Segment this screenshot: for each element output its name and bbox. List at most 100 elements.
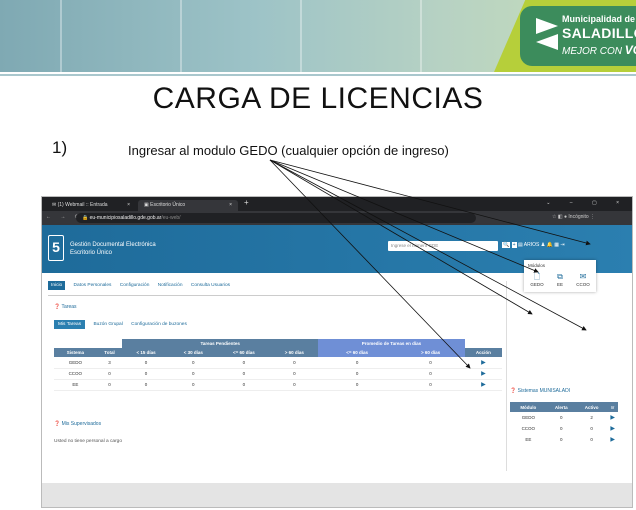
col-header: Sistema [54,348,97,357]
tareas-heading: ❓ Tareas [54,304,77,310]
menu-dots-icon: ⋮ [590,214,596,220]
user-name[interactable]: ARIOS [524,242,540,248]
gde-search-input[interactable]: Ingrese el número GDE [388,241,498,251]
star-icon: ☆ [552,214,557,220]
mail-icon: ✉ [52,202,57,208]
new-tab-button[interactable]: + [244,198,249,207]
close-icon[interactable]: × [127,202,130,208]
play-icon[interactable]: ▶ [610,415,615,421]
divider [506,281,507,471]
col-header: Total [96,348,123,357]
col-header: > 60 días [270,348,319,357]
col-header: Alerta [546,402,576,412]
sistemas-table: Módulo Alerta Activo Ir GEDO 0 2 ▶ CCOO 0 0 ▶ … [510,402,618,445]
tab-inicio[interactable]: Inicio [48,281,66,290]
close-icon[interactable]: × [229,202,232,208]
play-icon[interactable]: ▶ [481,371,486,377]
app-icon: ▣ [144,202,149,208]
tab-configuracion[interactable]: Configuración [120,283,150,288]
embedded-screenshot: ✉ (1) Webmail :: Entrada × ▣ Escritorio … [41,196,633,508]
group-header-pending: Tareas Pendientes [122,339,319,348]
play-icon[interactable]: ▶ [481,382,486,388]
browser-tab-webmail[interactable]: ✉ (1) Webmail :: Entrada × [46,200,136,211]
logo-line2: SALADILLO [562,25,636,41]
question-icon: ❓ [510,388,517,394]
add-icon[interactable]: + [511,242,517,248]
play-icon[interactable]: ▶ [610,426,615,432]
header-icons: 🔍 + ▤ ARIOS ♟ 🔔 ▦ ⇥ [502,242,565,248]
lock-icon: 🔒 [82,215,89,221]
col-header: <= 60 días [216,348,271,357]
window-controls[interactable]: ⌄ – ▢ × [546,200,628,206]
module-ee[interactable]: ⧉ EE [551,272,569,287]
divider [48,295,502,296]
tab-buzon-grupal[interactable]: Buzón Grupal [93,322,122,327]
browser-tab-escritorio[interactable]: ▣ Escritorio Único × [138,200,238,211]
main-tabs: Inicio Datos Personales Configuración No… [48,281,237,290]
app-title: Gestión Documental Electrónica Escritorio… [70,242,156,256]
play-icon[interactable]: ▶ [481,360,486,366]
question-icon: ❓ [54,304,61,310]
incognito-icon: ● [564,214,568,220]
logo-line1: Municipalidad de [562,14,636,24]
gde-logo-icon: 5 [48,235,64,261]
search-icon[interactable]: 🔍 [502,242,511,248]
col-header: <= 60 días [318,348,397,357]
table-row: EE 0 0 ▶ [525,437,615,443]
browser-actions[interactable]: ☆ ◧ ● Incógnito ⋮ [552,214,595,220]
table-row: GEDO 0 2 ▶ [521,415,615,421]
browser-addressbar: ← → ⟳ 🔒 eu-municipiosaladillo.gde.gob.ar… [42,211,632,225]
files-icon: ⧉ [557,272,563,281]
tab-notificacion[interactable]: Notificación [158,283,183,288]
banner-stripe [180,0,182,72]
modules-popup: Módulos 🗋 GEDO ⧉ EE ✉ CCOO [524,260,596,292]
browser-tabbar: ✉ (1) Webmail :: Entrada × ▣ Escritorio … [42,197,632,211]
sub-tabs: Mis Tareas Buzón Grupal Configuración de… [54,320,194,329]
col-header: > 60 días [396,348,465,357]
supervisados-message: Usted no tiene personal a cargo [54,439,122,444]
step-number: 1) [52,138,68,157]
tab-mis-tareas[interactable]: Mis Tareas [54,320,86,329]
envelope-icon: ✉ [579,272,587,281]
document-icon: 🗋 [533,272,541,281]
id-card-icon[interactable]: ▤ [518,242,523,248]
banner-stripe [60,0,62,72]
modules-popup-title: Módulos [528,263,546,268]
table-row: GEDO 3 0 0 0 0 0 0 ▶ [54,357,502,369]
supervisados-heading: ❓ Mis Supervisados [54,421,102,427]
question-icon: ❓ [54,421,61,427]
col-header: < 15 días [122,348,170,357]
slide-title: CARGA DE LICENCIAS [152,82,484,115]
app-content: Inicio Datos Personales Configuración No… [42,260,632,507]
url-field[interactable]: 🔒 eu-municipiosaladillo.gde.gob.ar/eu-we… [76,213,476,223]
col-header: < 30 días [169,348,217,357]
grid-modules-icon[interactable]: ▦ [554,242,559,248]
bell-icon[interactable]: 🔔 [547,242,553,248]
saladillo-logo-icon [536,18,558,50]
module-ccoo[interactable]: ✉ CCOO [574,272,592,287]
sistemas-heading: ❓ Sistemas MUNISALADI [510,388,571,394]
group-header-average: Promedio de Tareas en días [318,339,465,348]
banner-stripe [420,0,422,72]
tab-datos-personales[interactable]: Datos Personales [74,283,112,288]
slide-banner: Municipalidad de SALADILLO MEJOR CON VOS [0,0,636,72]
table-row: CCOO 0 0 ▶ [521,426,615,432]
play-icon[interactable]: ▶ [610,437,615,443]
table-row: EE 0 0 0 0 0 0 0 ▶ [54,379,502,391]
municipality-logo: Municipalidad de SALADILLO MEJOR CON VOS [494,0,636,72]
table-row: CCOO 0 0 0 0 0 0 0 ▶ [54,368,502,380]
col-header: Ir [607,402,618,412]
col-header: Módulo [510,402,547,412]
tab-config-buzones[interactable]: Configuración de buzones [131,322,187,327]
sidepanel-icon: ◧ [557,214,563,220]
tareas-table: Tareas Pendientes Promedio de Tareas en … [54,339,502,391]
logo-slogan: MEJOR CON VOS [562,43,636,57]
user-icon[interactable]: ♟ [541,242,545,248]
logout-icon[interactable]: ⇥ [560,242,564,248]
col-header: Activo [575,402,608,412]
page-footer-area [42,483,632,507]
module-gedo[interactable]: 🗋 GEDO [528,272,546,287]
tab-consulta-usuarios[interactable]: Consulta Usuarios [191,283,230,288]
banner-rule [0,74,636,76]
col-header: Acción [464,348,502,357]
